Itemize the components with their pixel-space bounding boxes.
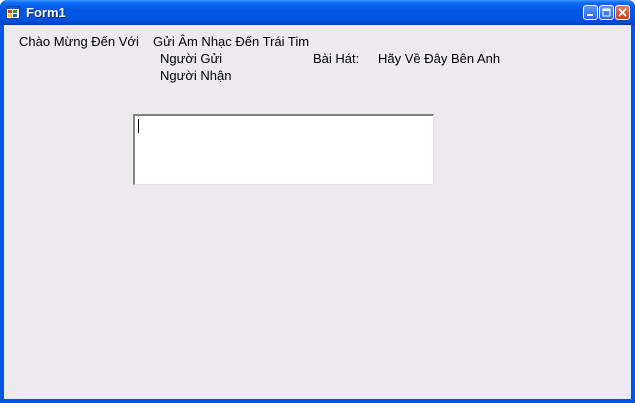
heading-label: Gửi Âm Nhạc Đến Trái Tim: [153, 34, 310, 49]
song-caption-label: Bài Hát:: [313, 51, 360, 66]
welcome-label: Chào Mừng Đến Với: [19, 34, 139, 49]
message-textbox[interactable]: [133, 114, 434, 185]
main-window: Form1 Chào Mừng Đến Với Gửi Âm Nhạc Đến …: [0, 0, 635, 403]
app-window-icon[interactable]: [6, 6, 20, 19]
window-title: Form1: [26, 5, 66, 20]
close-button[interactable]: [615, 5, 630, 20]
form-client-area: Chào Mừng Đến Với Gửi Âm Nhạc Đến Trái T…: [4, 25, 631, 399]
text-caret: [138, 119, 139, 133]
sender-label: Người Gửi: [160, 51, 223, 66]
maximize-button[interactable]: [599, 5, 614, 20]
receiver-label: Người Nhận: [160, 68, 232, 83]
minimize-button[interactable]: [583, 5, 598, 20]
title-bar[interactable]: Form1: [0, 0, 635, 25]
song-title-label: Hãy Về Đây Bên Anh: [378, 51, 501, 66]
